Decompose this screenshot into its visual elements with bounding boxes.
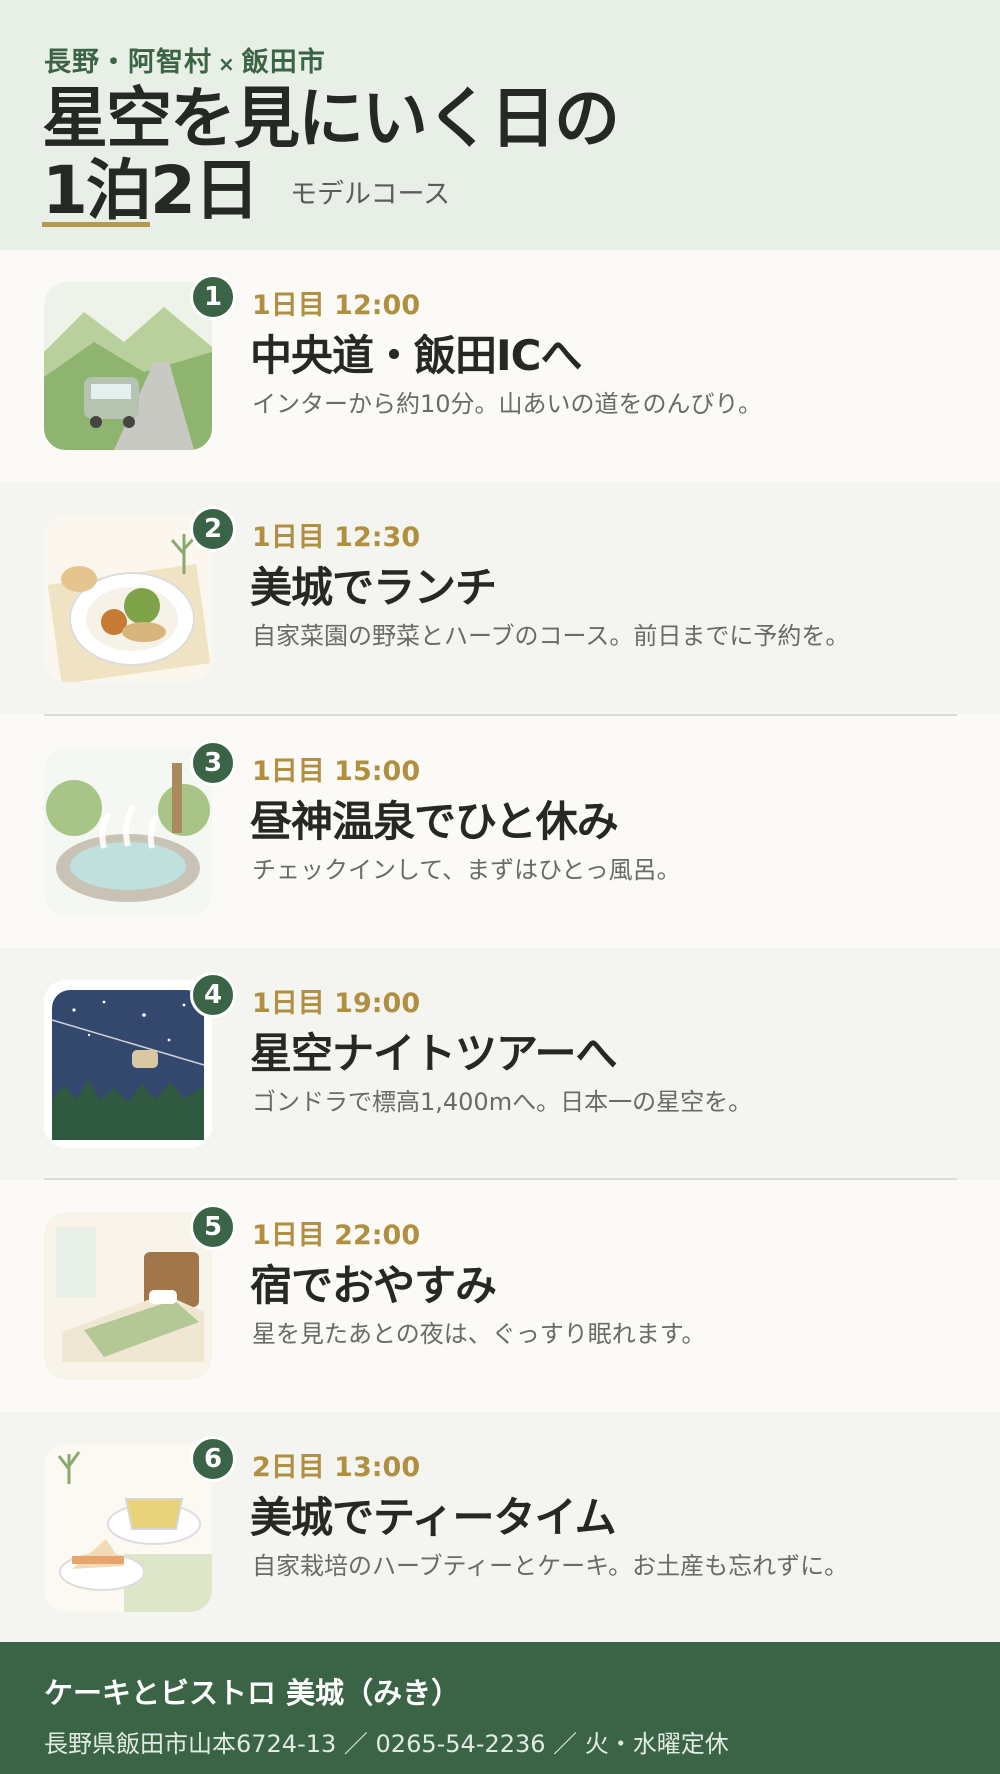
- shop-name: ケーキとビストロ 美城（みき）: [44, 1676, 461, 1710]
- step-description: ゴンドラで標高1,400mへ。日本一の星空を。: [252, 1088, 753, 1116]
- starry-gondola-icon: [44, 980, 212, 1148]
- step-number-badge: 4: [190, 972, 236, 1018]
- step-title: 昼神温泉でひと休み: [250, 797, 619, 846]
- step-6: 6 2日目 13:00 美城でティータイム 自家栽培のハーブティーとケーキ。お土…: [0, 1412, 1000, 1644]
- step-time: 1日目 22:00: [252, 1220, 421, 1251]
- city-label: 飯田市: [241, 47, 326, 78]
- step-time: 2日目 13:00: [252, 1452, 421, 1483]
- title-days: 2日: [149, 152, 260, 229]
- title-nights: 1泊: [42, 152, 152, 229]
- cross-mark: ×: [218, 52, 236, 76]
- tea-cake-icon: [44, 1444, 212, 1612]
- page-title-line1: 星空を見にいく日の: [42, 80, 620, 157]
- step-description: 自家菜園の野菜とハーブのコース。前日までに予約を。: [252, 622, 850, 650]
- step-time: 1日目 19:00: [252, 988, 421, 1019]
- page-subtitle: モデルコース: [290, 179, 451, 210]
- step-number-badge: 2: [190, 506, 236, 552]
- step-time: 1日目 12:00: [252, 290, 421, 321]
- step-title: 美城でランチ: [250, 563, 497, 612]
- step-description: 自家栽培のハーブティーとケーキ。お土産も忘れずに。: [252, 1552, 849, 1580]
- step-title: 中央道・飯田ICへ: [250, 331, 582, 380]
- step-number-badge: 1: [190, 274, 236, 320]
- step-5: 5 1日目 22:00 宿でおやすみ 星を見たあとの夜は、ぐっすり眠れます。: [0, 1180, 1000, 1412]
- step-description: 星を見たあとの夜は、ぐっすり眠れます。: [252, 1320, 706, 1348]
- location-kicker: 長野・阿智村 × 飯田市: [44, 40, 326, 79]
- step-number-badge: 5: [190, 1204, 236, 1250]
- step-number-badge: 3: [190, 740, 236, 786]
- step-3: 3 1日目 15:00 昼神温泉でひと休み チェックインして、まずはひとっ風呂。: [0, 716, 1000, 948]
- page-title-line2: 1泊2日: [42, 152, 260, 229]
- car-road-icon: [44, 282, 212, 450]
- step-1: 1 1日目 12:00 中央道・飯田ICへ インターから約10分。山あいの道をの…: [0, 250, 1000, 482]
- shop-info: 長野県飯田市山本6724-13 ／ 0265-54-2236 ／ 火・水曜定休: [44, 1730, 729, 1758]
- step-title: 星空ナイトツアーへ: [250, 1029, 617, 1078]
- page-footer: ケーキとビストロ 美城（みき） 長野県飯田市山本6724-13 ／ 0265-5…: [0, 1642, 1000, 1774]
- step-4: 4 1日目 19:00 星空ナイトツアーへ ゴンドラで標高1,400mへ。日本一…: [0, 948, 1000, 1180]
- step-title: 美城でティータイム: [250, 1493, 617, 1542]
- step-time: 1日目 15:00: [252, 756, 421, 787]
- step-number-badge: 6: [190, 1436, 236, 1482]
- step-description: インターから約10分。山あいの道をのんびり。: [252, 390, 763, 418]
- hot-spring-icon: [44, 748, 212, 916]
- step-description: チェックインして、まずはひとっ風呂。: [252, 856, 681, 884]
- region-label: 長野・阿智村: [44, 47, 212, 78]
- step-title: 宿でおやすみ: [250, 1261, 497, 1310]
- step-2: 2 1日目 12:30 美城でランチ 自家菜園の野菜とハーブのコース。前日までに…: [0, 482, 1000, 714]
- page-header: 長野・阿智村 × 飯田市 星空を見にいく日の 1泊2日 モデルコース: [0, 0, 1000, 250]
- lunch-plate-icon: [44, 514, 212, 682]
- step-time: 1日目 12:30: [252, 522, 421, 553]
- bed-icon: [44, 1212, 212, 1380]
